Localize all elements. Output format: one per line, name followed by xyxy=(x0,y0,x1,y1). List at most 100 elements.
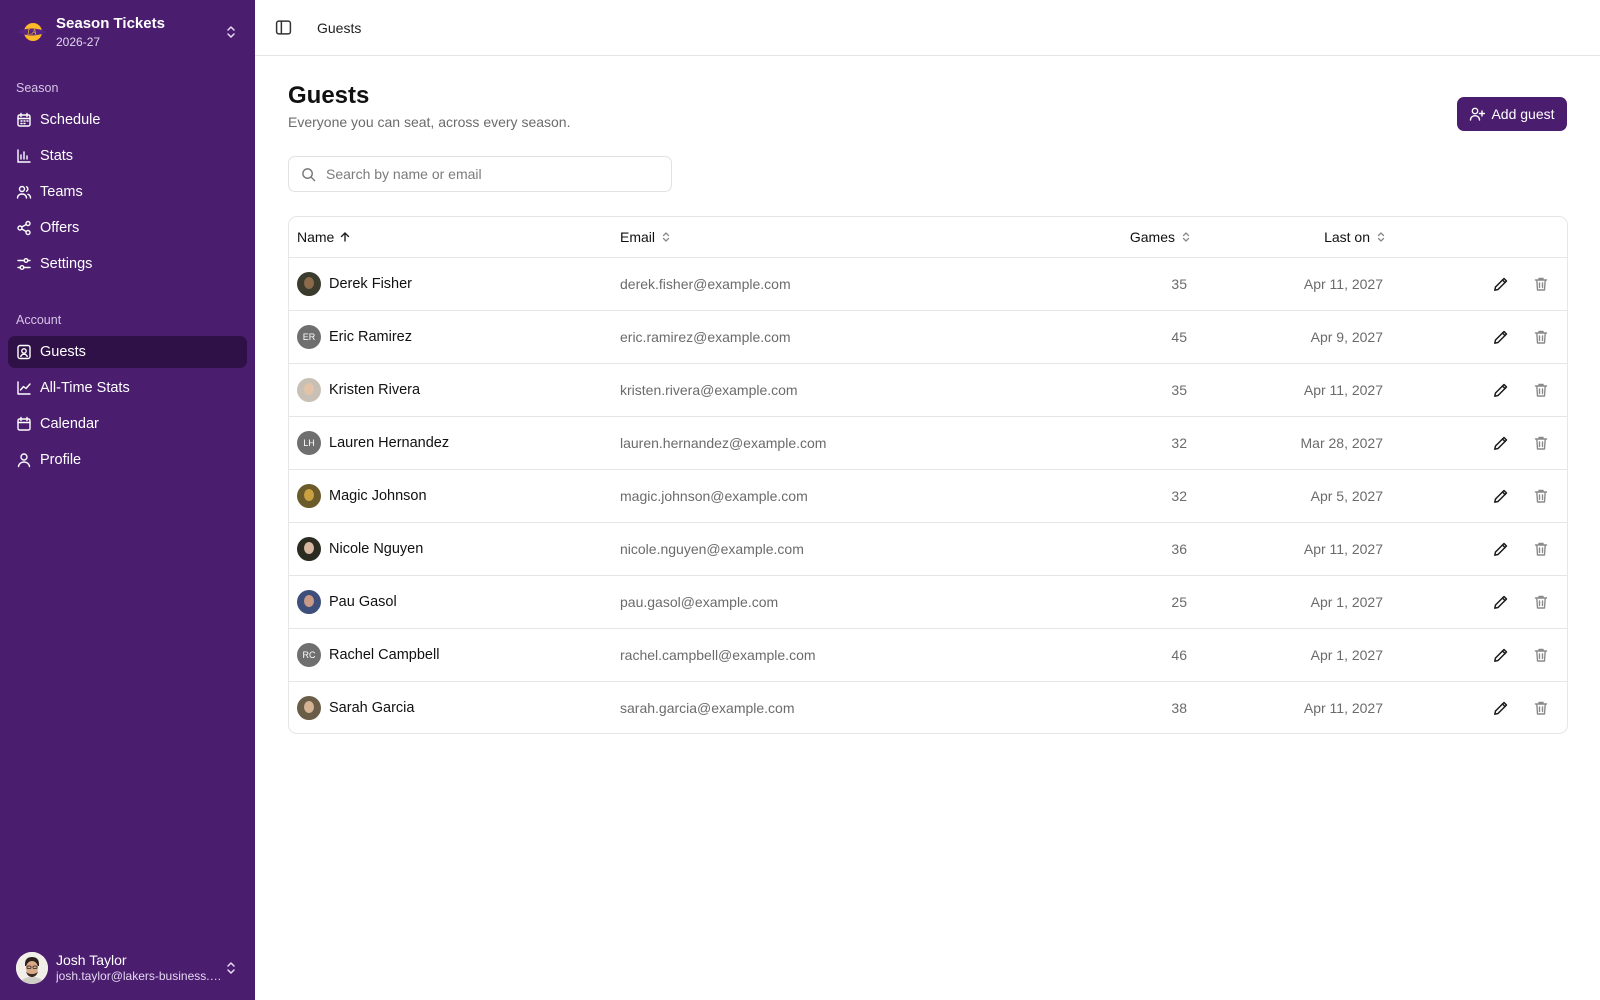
pencil-icon xyxy=(1494,383,1508,397)
table-row: LH Lauren Hernandez lauren.hernandez@exam… xyxy=(289,417,1567,470)
guest-avatar: RC xyxy=(297,643,321,667)
sort-icon xyxy=(1182,232,1190,242)
delete-guest-button[interactable] xyxy=(1529,484,1553,508)
column-header-games[interactable]: Games xyxy=(1130,217,1192,257)
add-guest-button[interactable]: Add guest xyxy=(1457,97,1567,131)
pencil-icon xyxy=(1494,436,1508,450)
guest-avatar xyxy=(297,484,321,508)
guest-email: kristen.rivera@example.com xyxy=(620,382,798,398)
trash-icon xyxy=(1534,648,1548,662)
users-icon xyxy=(16,185,32,199)
guest-avatar xyxy=(297,537,321,561)
arrow-up-icon xyxy=(341,232,350,242)
delete-guest-button[interactable] xyxy=(1529,643,1553,667)
delete-guest-button[interactable] xyxy=(1529,537,1553,561)
guest-last-on: Mar 28, 2027 xyxy=(1300,435,1384,451)
nav-item-schedule[interactable]: Schedule xyxy=(8,104,247,136)
nav-item-teams[interactable]: Teams xyxy=(8,176,247,208)
sidebar-toggle-button[interactable] xyxy=(269,14,297,42)
delete-guest-button[interactable] xyxy=(1529,696,1553,720)
guest-name: Nicole Nguyen xyxy=(329,541,424,557)
chevrons-up-down-icon xyxy=(227,962,235,974)
guest-avatar xyxy=(297,590,321,614)
edit-guest-button[interactable] xyxy=(1489,643,1513,667)
guest-name: Pau Gasol xyxy=(329,594,397,610)
delete-guest-button[interactable] xyxy=(1529,325,1553,349)
guest-name: Lauren Hernandez xyxy=(329,435,450,451)
avatar-initials: RC xyxy=(302,650,316,660)
nav-item-guests[interactable]: Guests xyxy=(8,336,247,368)
guest-last-on: Apr 9, 2027 xyxy=(1310,329,1383,345)
page-title: Guests xyxy=(288,82,370,109)
search-input[interactable] xyxy=(326,166,659,182)
user-email: josh.taylor@lakers-business.com xyxy=(56,969,223,984)
nav-item-all-time-stats[interactable]: All-Time Stats xyxy=(8,372,247,404)
nav-item-offers[interactable]: Offers xyxy=(8,212,247,244)
guest-name-cell: Magic Johnson xyxy=(297,470,427,522)
sidebar: LA Season Tickets 2026-27 Season Schedul… xyxy=(0,0,255,1000)
guest-name: Kristen Rivera xyxy=(329,382,421,398)
pencil-icon xyxy=(1494,489,1508,503)
table-body: Derek Fisher derek.fisher@example.com 35… xyxy=(289,258,1567,733)
delete-guest-button[interactable] xyxy=(1529,272,1553,296)
nav-item-calendar[interactable]: Calendar xyxy=(8,408,247,440)
contact-icon xyxy=(17,344,31,360)
search-field xyxy=(288,156,672,192)
edit-guest-button[interactable] xyxy=(1489,537,1513,561)
nav-label: All-Time Stats xyxy=(40,380,130,396)
search-icon xyxy=(302,167,316,181)
nav-label: Calendar xyxy=(40,416,99,432)
bar-chart-icon xyxy=(17,149,31,163)
edit-guest-button[interactable] xyxy=(1489,325,1513,349)
chevrons-up-down-icon xyxy=(227,26,235,38)
trash-icon xyxy=(1534,277,1548,291)
nav-item-stats[interactable]: Stats xyxy=(8,140,247,172)
nav-item-profile[interactable]: Profile xyxy=(8,444,247,476)
sliders-icon xyxy=(17,258,31,270)
lakers-logo: LA xyxy=(16,16,48,48)
user-menu[interactable]: Josh Taylor josh.taylor@lakers-business.… xyxy=(8,944,247,992)
add-guest-label: Add guest xyxy=(1491,106,1555,122)
guest-email: sarah.garcia@example.com xyxy=(620,700,795,716)
edit-guest-button[interactable] xyxy=(1489,590,1513,614)
edit-guest-button[interactable] xyxy=(1489,431,1513,455)
edit-guest-button[interactable] xyxy=(1489,696,1513,720)
page-subtitle: Everyone you can seat, across every seas… xyxy=(288,114,571,130)
column-header-name[interactable]: Name xyxy=(297,217,351,257)
guest-games: 46 xyxy=(1171,647,1187,663)
breadcrumb: Guests xyxy=(317,19,362,36)
delete-guest-button[interactable] xyxy=(1529,378,1553,402)
guest-games: 36 xyxy=(1171,541,1187,557)
guest-name-cell: Pau Gasol xyxy=(297,576,397,628)
guest-games: 32 xyxy=(1171,435,1187,451)
team-switcher[interactable]: LA Season Tickets 2026-27 xyxy=(8,8,247,56)
guest-avatar: LH xyxy=(297,431,321,455)
guest-name-cell: Derek Fisher xyxy=(297,258,412,310)
trash-icon xyxy=(1534,436,1548,450)
edit-guest-button[interactable] xyxy=(1489,272,1513,296)
guest-name-cell: Nicole Nguyen xyxy=(297,523,423,575)
table-row: Derek Fisher derek.fisher@example.com 35… xyxy=(289,258,1567,311)
edit-guest-button[interactable] xyxy=(1489,378,1513,402)
edit-guest-button[interactable] xyxy=(1489,484,1513,508)
guest-name-cell: Kristen Rivera xyxy=(297,364,420,416)
guest-last-on: Apr 11, 2027 xyxy=(1303,541,1383,557)
trash-icon xyxy=(1534,383,1548,397)
column-header-email[interactable]: Email xyxy=(620,217,672,257)
nav-label: Profile xyxy=(40,452,82,468)
table-row: RC Rachel Campbell rachel.campbell@exampl… xyxy=(289,629,1567,682)
nav-item-settings[interactable]: Settings xyxy=(8,248,247,280)
trash-icon xyxy=(1534,330,1548,344)
delete-guest-button[interactable] xyxy=(1529,590,1553,614)
calendar-grid-icon xyxy=(17,112,31,127)
share-icon xyxy=(17,220,31,236)
guest-avatar: ER xyxy=(297,325,321,349)
guest-email: magic.johnson@example.com xyxy=(620,488,808,504)
calendar-icon xyxy=(17,416,31,431)
guest-name: Sarah Garcia xyxy=(329,700,415,716)
pencil-icon xyxy=(1494,595,1508,609)
topbar: Guests xyxy=(255,0,1600,56)
section-label-season: Season xyxy=(16,81,59,95)
delete-guest-button[interactable] xyxy=(1529,431,1553,455)
column-header-last-on[interactable]: Last on xyxy=(1324,217,1387,257)
